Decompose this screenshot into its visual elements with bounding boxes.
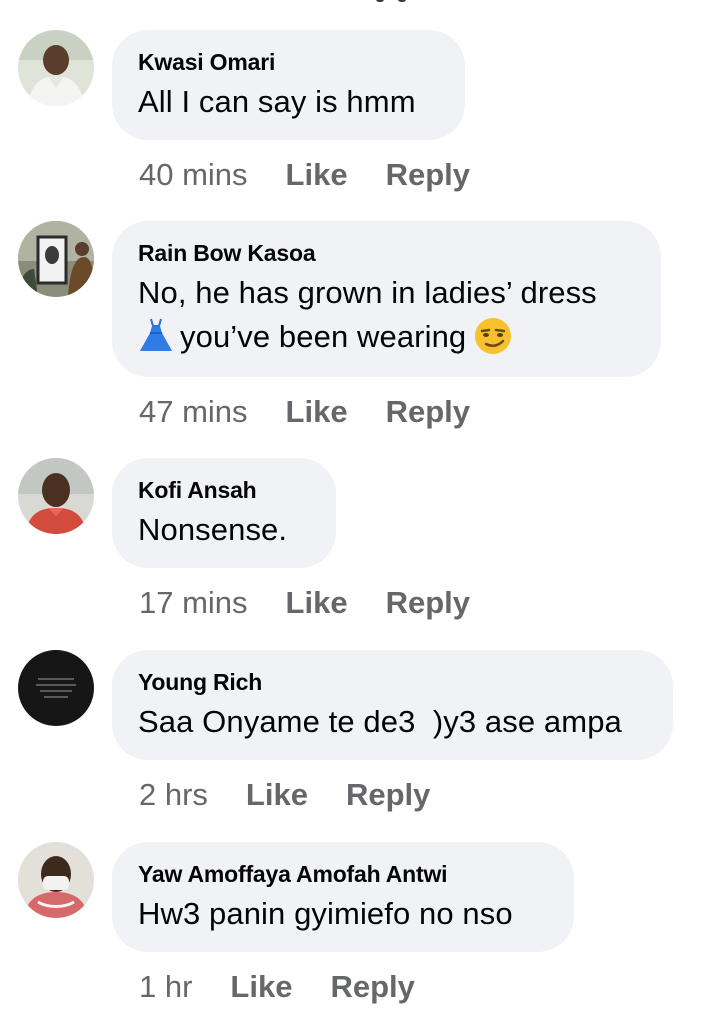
comment-bubble: Rain Bow Kasoa No, he has grown in ladie… <box>112 221 661 377</box>
comment-timestamp[interactable]: 47 mins <box>139 394 248 430</box>
dress-emoji-icon <box>138 317 174 365</box>
avatar[interactable] <box>18 458 94 534</box>
comment-actions: 1 hr Like Reply <box>139 969 415 1005</box>
comment-bubble: Kwasi Omari All I can say is hmm <box>112 30 465 140</box>
like-button[interactable]: Like <box>246 777 308 813</box>
like-button[interactable]: Like <box>286 585 348 621</box>
comment-bubble: Kofi Ansah Nonsense. <box>112 458 336 568</box>
previous-comment-fragment <box>368 0 428 4</box>
avatar[interactable] <box>18 650 94 726</box>
avatar-photo <box>18 221 94 297</box>
comment-timestamp[interactable]: 2 hrs <box>139 777 208 813</box>
reply-button[interactable]: Reply <box>386 394 470 430</box>
avatar[interactable] <box>18 221 94 297</box>
comment-actions: 40 mins Like Reply <box>139 157 470 193</box>
reply-button[interactable]: Reply <box>386 585 470 621</box>
comment-timestamp[interactable]: 1 hr <box>139 969 192 1005</box>
reply-button[interactable]: Reply <box>330 969 414 1005</box>
like-button[interactable]: Like <box>230 969 292 1005</box>
avatar-photo <box>18 30 94 106</box>
comment-timestamp[interactable]: 17 mins <box>139 585 248 621</box>
comment-author[interactable]: Rain Bow Kasoa <box>138 239 633 267</box>
comment-text: All I can say is hmm <box>138 84 416 119</box>
comment-text-line: No, he has grown in ladies’ dress <box>138 275 597 310</box>
comment-timestamp[interactable]: 40 mins <box>139 157 248 193</box>
comment-text: No, he has grown in ladies’ dress you’ve… <box>138 271 633 367</box>
comment-bubble: Yaw Amoffaya Amofah Antwi Hw3 panin gyim… <box>112 842 574 952</box>
comment-actions: 47 mins Like Reply <box>139 394 470 430</box>
comment-author[interactable]: Yaw Amoffaya Amofah Antwi <box>138 860 546 888</box>
comment-author[interactable]: Young Rich <box>138 668 645 696</box>
comment-text: Saa Onyame te de3 )y3 ase ampa <box>138 704 622 739</box>
avatar-photo <box>18 458 94 534</box>
reply-button[interactable]: Reply <box>386 157 470 193</box>
comment-text-fragment: you’ve been wearing <box>180 319 467 354</box>
avatar[interactable] <box>18 842 94 918</box>
like-button[interactable]: Like <box>286 394 348 430</box>
comment-text: Hw3 panin gyimiefo no nso <box>138 896 513 931</box>
comment-text-line-2: you’ve been wearing <box>138 315 633 367</box>
smirking-face-icon <box>474 317 512 367</box>
comment-actions: 17 mins Like Reply <box>139 585 470 621</box>
avatar[interactable] <box>18 30 94 106</box>
avatar-photo <box>18 650 94 726</box>
comment-text: Nonsense. <box>138 512 288 547</box>
reply-button[interactable]: Reply <box>346 777 430 813</box>
comment-actions: 2 hrs Like Reply <box>139 777 430 813</box>
comment-author[interactable]: Kofi Ansah <box>138 476 308 504</box>
like-button[interactable]: Like <box>286 157 348 193</box>
avatar-photo <box>18 842 94 918</box>
comment-author[interactable]: Kwasi Omari <box>138 48 437 76</box>
comment-bubble: Young Rich Saa Onyame te de3 )y3 ase amp… <box>112 650 673 760</box>
